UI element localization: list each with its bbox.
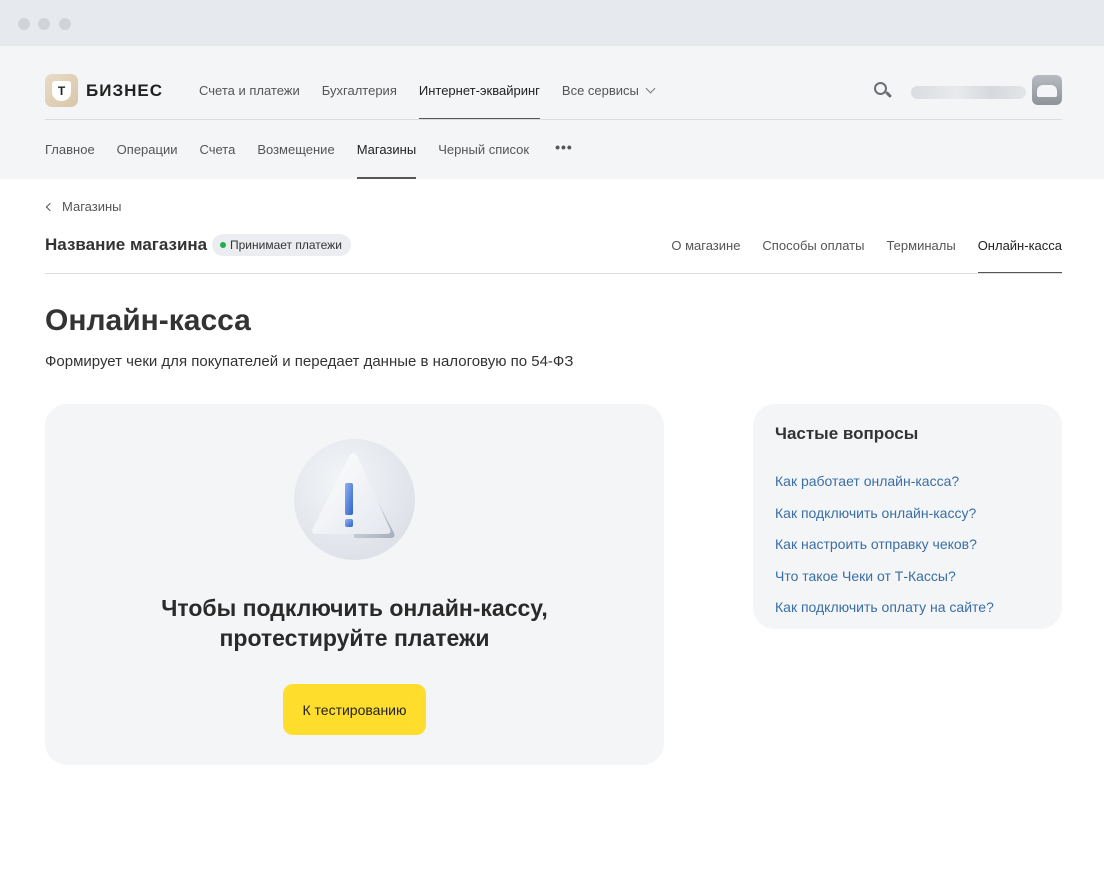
- search-icon[interactable]: [874, 82, 893, 100]
- avatar-image: [1037, 85, 1057, 97]
- avatar[interactable]: [1032, 75, 1062, 105]
- page-title: Онлайн-касса: [45, 304, 251, 337]
- topnav-accounts-payments[interactable]: Счета и платежи: [199, 46, 300, 120]
- status-badge: Принимает платежи: [212, 234, 351, 256]
- store-tabs: О магазине Способы оплаты Терминалы Онла…: [649, 219, 1063, 274]
- subnav-accounts[interactable]: Счета: [199, 120, 235, 179]
- tab-terminals[interactable]: Терминалы: [886, 219, 955, 274]
- store-divider: [45, 273, 1062, 274]
- faq-link[interactable]: Как настроить отправку чеков?: [775, 529, 994, 561]
- window-close-dot[interactable]: [18, 18, 30, 30]
- top-navigation: Счета и платежи Бухгалтерия Интернет-экв…: [199, 46, 676, 120]
- faq-link[interactable]: Как подключить онлайн-кассу?: [775, 498, 994, 530]
- logo-badge: Т: [45, 74, 78, 107]
- card-heading-line2: протестируйте платежи: [219, 625, 490, 651]
- app-header: Т БИЗНЕС Счета и платежи Бухгалтерия Инт…: [0, 46, 1104, 179]
- tab-about-store[interactable]: О магазине: [671, 219, 740, 274]
- logo[interactable]: Т БИЗНЕС: [45, 74, 163, 107]
- chevron-left-icon: [45, 202, 55, 211]
- logo-text: БИЗНЕС: [86, 80, 163, 100]
- faq-list: Как работает онлайн-касса? Как подключит…: [775, 466, 994, 624]
- faq-card: Частые вопросы Как работает онлайн-касса…: [753, 404, 1062, 629]
- window-minimize-dot[interactable]: [38, 18, 50, 30]
- topnav-accounting[interactable]: Бухгалтерия: [322, 46, 397, 120]
- subnav-shops[interactable]: Магазины: [356, 120, 416, 179]
- more-menu-icon[interactable]: •••: [555, 120, 573, 179]
- subnav-blacklist[interactable]: Черный список: [438, 120, 529, 179]
- sub-navigation: Главное Операции Счета Возмещение Магази…: [45, 120, 595, 179]
- subnav-operations[interactable]: Операции: [117, 120, 178, 179]
- go-to-testing-button[interactable]: К тестированию: [283, 684, 426, 735]
- card-heading-line1: Чтобы подключить онлайн-кассу,: [161, 595, 548, 621]
- faq-link[interactable]: Как подключить оплату на сайте?: [775, 592, 994, 624]
- subnav-main[interactable]: Главное: [45, 120, 95, 179]
- user-name-placeholder[interactable]: [911, 86, 1026, 99]
- browser-titlebar: [0, 0, 1104, 46]
- status-dot-icon: [220, 242, 226, 248]
- chevron-down-icon: [645, 83, 656, 94]
- warning-icon: [294, 439, 415, 560]
- window-zoom-dot[interactable]: [59, 18, 71, 30]
- logo-letter: Т: [57, 83, 66, 98]
- store-title: Название магазина: [45, 235, 208, 254]
- page-description: Формирует чеки для покупателей и передае…: [45, 353, 574, 370]
- topnav-internet-acquiring[interactable]: Интернет-эквайринг: [418, 46, 540, 120]
- faq-link[interactable]: Что такое Чеки от Т-Кассы?: [775, 561, 994, 593]
- logo-shield-icon: Т: [52, 80, 71, 101]
- breadcrumb[interactable]: Магазины: [45, 199, 122, 214]
- faq-title: Частые вопросы: [775, 424, 919, 443]
- status-label: Принимает платежи: [230, 238, 342, 252]
- subnav-refunds[interactable]: Возмещение: [257, 120, 334, 179]
- tab-online-cashbox[interactable]: Онлайн-касса: [977, 219, 1063, 274]
- setup-card: Чтобы подключить онлайн-кассу, протестир…: [45, 404, 664, 765]
- topnav-all-services[interactable]: Все сервисы: [562, 46, 656, 120]
- card-heading: Чтобы подключить онлайн-кассу, протестир…: [45, 593, 664, 653]
- breadcrumb-label: Магазины: [62, 199, 122, 214]
- faq-link[interactable]: Как работает онлайн-касса?: [775, 466, 994, 498]
- tab-payment-methods[interactable]: Способы оплаты: [762, 219, 864, 274]
